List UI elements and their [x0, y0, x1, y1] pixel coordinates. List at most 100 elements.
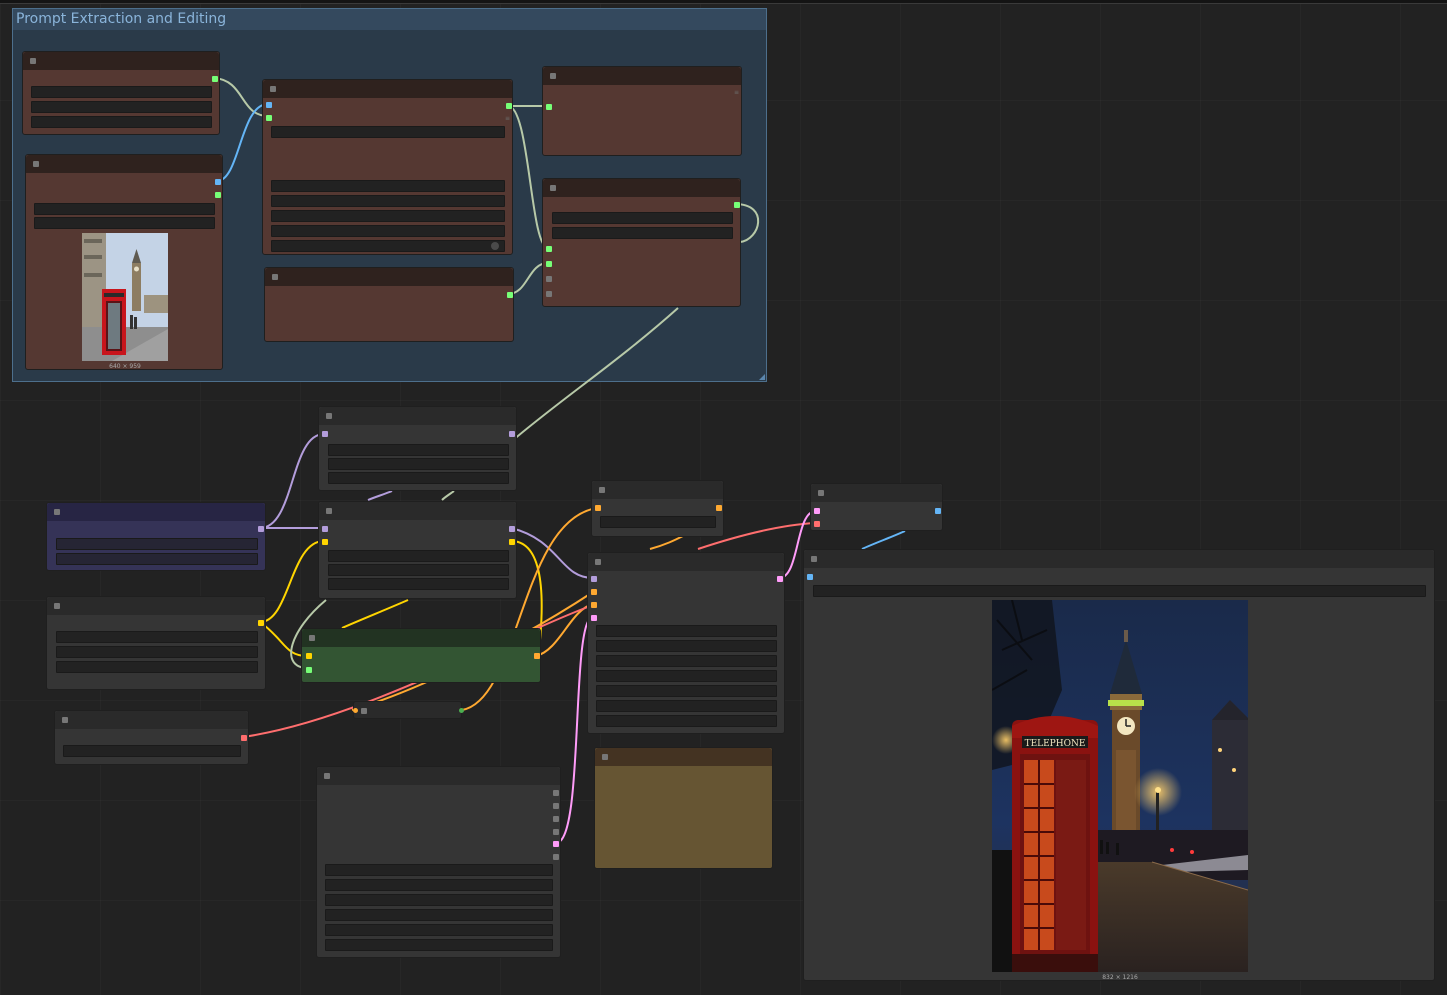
widget-field[interactable] — [596, 700, 777, 712]
widget-field[interactable] — [271, 180, 505, 192]
input-socket-samples[interactable] — [814, 508, 820, 514]
widget-field[interactable] — [328, 444, 509, 456]
node-header[interactable] — [319, 407, 516, 425]
input-socket-text[interactable] — [306, 667, 312, 673]
output-socket[interactable] — [215, 192, 221, 198]
widget-field[interactable] — [325, 939, 553, 951]
output-socket-vae[interactable] — [241, 735, 247, 741]
input-socket-vae[interactable] — [814, 521, 820, 527]
node-vae-decode[interactable] — [810, 483, 943, 531]
widget-field[interactable] — [328, 564, 509, 576]
collapse-dot-icon[interactable] — [270, 86, 276, 92]
node-header[interactable] — [26, 155, 222, 173]
collapse-dot-icon[interactable] — [309, 635, 315, 641]
node-prompt-generator[interactable]: ≡ — [262, 79, 513, 255]
widget-field[interactable] — [271, 225, 505, 237]
widget-field[interactable] — [596, 685, 777, 697]
widget-field[interactable] — [325, 894, 553, 906]
node-text-append[interactable] — [264, 267, 514, 342]
collapse-dot-icon[interactable] — [361, 708, 367, 714]
input-socket-latent[interactable] — [591, 615, 597, 621]
output-socket-image[interactable] — [215, 179, 221, 185]
collapse-dot-icon[interactable] — [33, 161, 39, 167]
input-socket-image[interactable] — [807, 574, 813, 580]
node-clip-text-encode-positive[interactable] — [318, 406, 517, 491]
output-socket-empty[interactable] — [553, 854, 559, 860]
collapse-dot-icon[interactable] — [599, 487, 605, 493]
widget-field[interactable] — [56, 661, 258, 673]
input-socket[interactable] — [266, 115, 272, 121]
collapse-dot-icon[interactable] — [595, 559, 601, 565]
node-clip-text-encode[interactable] — [301, 628, 541, 683]
widget-field[interactable] — [325, 909, 553, 921]
node-ksampler[interactable] — [587, 552, 785, 734]
node-header[interactable] — [804, 550, 1434, 568]
output-socket-empty[interactable] — [553, 829, 559, 835]
node-header[interactable] — [588, 553, 784, 571]
collapse-dot-icon[interactable] — [54, 603, 60, 609]
input-socket-image[interactable] — [266, 102, 272, 108]
widget-field[interactable] — [31, 101, 212, 113]
input-socket-model[interactable] — [322, 431, 328, 437]
input-socket-positive[interactable] — [591, 589, 597, 595]
widget-field[interactable] — [31, 86, 212, 98]
node-header[interactable] — [55, 711, 248, 729]
widget-field[interactable] — [325, 879, 553, 891]
input-socket-conditioning[interactable] — [595, 505, 601, 511]
widget-field[interactable] — [34, 217, 215, 229]
output-socket-conditioning[interactable] — [534, 653, 540, 659]
input-socket[interactable] — [546, 104, 552, 110]
input-socket-clip[interactable] — [306, 653, 312, 659]
output-socket-conditioning[interactable] — [716, 505, 722, 511]
node-flux-guidance[interactable] — [591, 480, 724, 537]
node-text-concatenate[interactable] — [542, 178, 741, 307]
node-collapsed[interactable] — [353, 701, 464, 719]
collapse-dot-icon[interactable] — [550, 73, 556, 79]
node-save-image[interactable]: TELEPHONE 832 × 1216 — [803, 549, 1435, 981]
output-socket[interactable] — [734, 202, 740, 208]
collapse-dot-icon[interactable] — [324, 773, 330, 779]
widget-field[interactable] — [271, 210, 505, 222]
output-socket-empty[interactable] — [553, 803, 559, 809]
input-socket-negative[interactable] — [591, 602, 597, 608]
node-header[interactable] — [302, 629, 540, 647]
input-socket-empty[interactable] — [546, 276, 552, 282]
widget-field[interactable] — [552, 212, 733, 224]
output-socket-empty[interactable] — [553, 790, 559, 796]
widget-field[interactable] — [63, 745, 241, 757]
widget-field[interactable] — [328, 550, 509, 562]
widget-field[interactable] — [328, 472, 509, 484]
node-header[interactable] — [265, 268, 513, 286]
output-socket-model[interactable] — [509, 526, 515, 532]
output-socket-image[interactable] — [935, 508, 941, 514]
node-load-image[interactable]: 640 × 959 — [25, 154, 223, 370]
menu-lines-icon[interactable]: ≡ — [734, 90, 740, 96]
widget-field[interactable] — [34, 203, 215, 215]
collapse-dot-icon[interactable] — [272, 274, 278, 280]
menu-lines-icon[interactable]: ≡ — [505, 116, 511, 122]
widget-field[interactable] — [56, 646, 258, 658]
output-socket-clip[interactable] — [258, 620, 264, 626]
widget-field[interactable] — [271, 126, 505, 138]
widget-field[interactable] — [271, 195, 505, 207]
widget-field[interactable] — [325, 864, 553, 876]
input-socket-model[interactable] — [322, 526, 328, 532]
output-socket[interactable] — [459, 708, 464, 713]
output-socket[interactable] — [507, 292, 513, 298]
node-vae-loader[interactable] — [54, 710, 249, 765]
toggle-knob-icon[interactable] — [491, 242, 499, 250]
widget-field[interactable] — [31, 116, 212, 128]
node-header[interactable] — [543, 179, 740, 197]
widget-field[interactable] — [596, 625, 777, 637]
input-socket[interactable] — [546, 246, 552, 252]
output-socket-latent[interactable] — [777, 576, 783, 582]
input-socket[interactable] — [546, 261, 552, 267]
widget-field[interactable] — [56, 631, 258, 643]
collapse-dot-icon[interactable] — [326, 508, 332, 514]
widget-field[interactable] — [56, 553, 258, 565]
widget-field[interactable] — [596, 655, 777, 667]
output-socket-model[interactable] — [258, 526, 264, 532]
output-socket-clip[interactable] — [509, 539, 515, 545]
node-show-text[interactable]: ≡ — [542, 66, 742, 156]
input-socket[interactable] — [353, 708, 358, 713]
